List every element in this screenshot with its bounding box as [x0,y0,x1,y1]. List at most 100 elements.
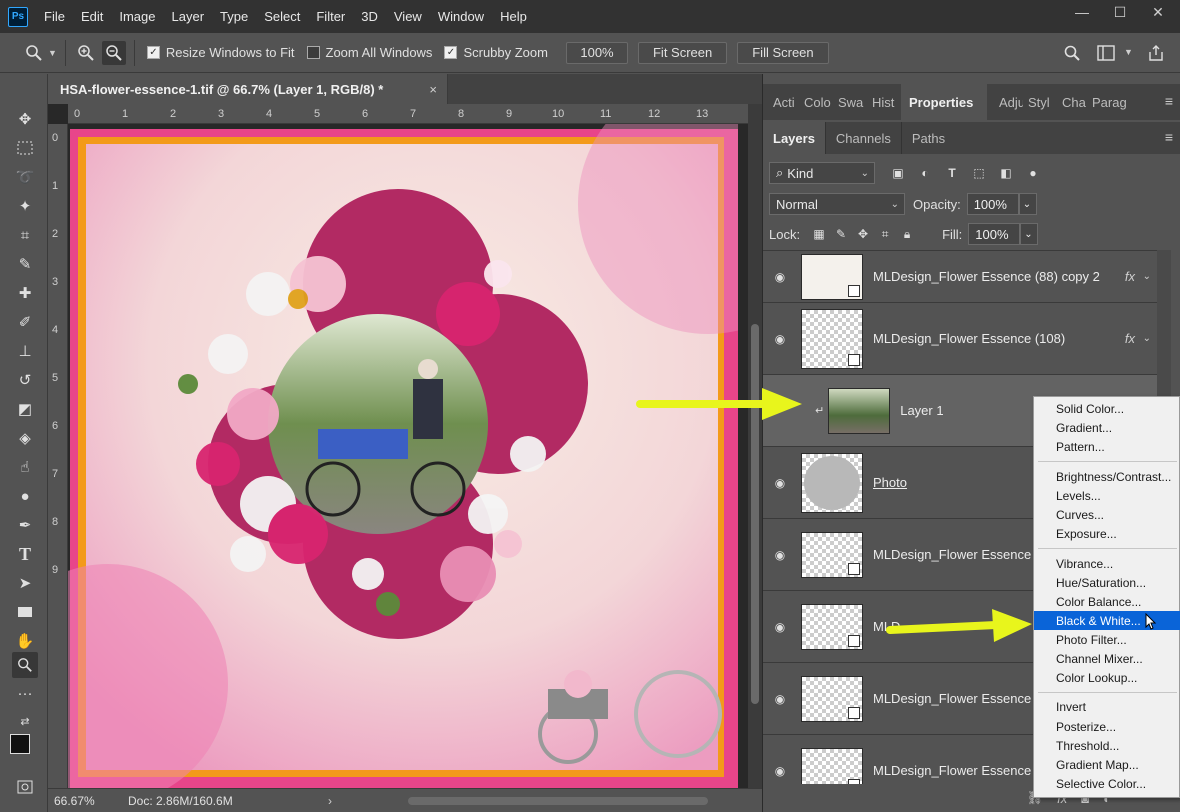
tab-paths[interactable]: Paths [900,122,955,154]
share-icon[interactable] [1144,41,1168,65]
type-filter-icon[interactable]: T [941,162,963,184]
paint-bucket-tool-icon[interactable]: ◈ [12,425,38,451]
fill-slider-toggle[interactable]: ⌄ [1020,223,1039,245]
rectangle-tool-icon[interactable] [12,599,38,625]
tab-actions[interactable]: Acti [763,84,799,120]
close-button[interactable]: ✕ [1150,4,1166,20]
clone-stamp-tool-icon[interactable]: ⊥ [12,338,38,364]
tab-character[interactable]: Cha [1057,84,1087,120]
menu-item-hue-saturation[interactable]: Hue/Saturation... [1034,573,1180,592]
layer-name[interactable]: MLDesign_Flower Essence (88) copy 2 [873,269,1100,284]
menu-item-curves[interactable]: Curves... [1034,505,1180,524]
chevron-down-icon[interactable]: ▼ [48,48,57,58]
canvas-area[interactable]: 0 1 2 3 4 5 6 7 8 9 10 11 12 13 0 1 2 3 … [48,104,762,788]
pen-tool-icon[interactable]: ✒ [12,512,38,538]
menu-item-photo-filter[interactable]: Photo Filter... [1034,630,1180,649]
menu-3d[interactable]: 3D [361,9,378,24]
menu-item-color-lookup[interactable]: Color Lookup... [1034,668,1180,687]
menu-item-black-white[interactable]: Black & White... [1034,611,1180,630]
opacity-input[interactable]: 100% [966,193,1019,215]
menu-item-threshold[interactable]: Threshold... [1034,736,1180,755]
tab-history[interactable]: Hist [867,84,901,120]
tab-properties[interactable]: Properties [901,84,987,120]
dodge-tool-icon[interactable]: ● [12,483,38,509]
layer-name[interactable]: MLDesign_Flower Essence ( [873,763,1039,778]
eye-icon[interactable]: ◉ [763,332,797,346]
chevron-down-icon[interactable]: ▼ [1124,47,1133,57]
workspace-icon[interactable] [1094,41,1118,65]
fill-screen-button[interactable]: Fill Screen [737,41,829,64]
menu-edit[interactable]: Edit [81,9,103,24]
layer-row[interactable]: ◉ MLDesign_Flower Essence (88) copy 2 fx… [763,251,1157,303]
menu-image[interactable]: Image [119,9,155,24]
menu-item-pattern[interactable]: Pattern... [1034,437,1180,456]
tab-adjustments[interactable]: Adju [987,84,1023,120]
adjustment-filter-icon[interactable]: ◐ [914,162,936,184]
zoom-in-icon[interactable] [74,41,98,65]
quick-mask-icon[interactable] [12,774,38,800]
marquee-tool-icon[interactable] [12,135,38,161]
menu-item-exposure[interactable]: Exposure... [1034,524,1180,543]
scrollbar-thumb[interactable] [751,324,759,704]
tab-paragraph[interactable]: Parag [1087,84,1131,120]
healing-brush-tool-icon[interactable]: ✚ [12,280,38,306]
foreground-color-swatch[interactable] [10,734,30,754]
blend-mode-select[interactable]: Normal ⌄ [769,193,905,215]
zoom-tool-icon[interactable] [12,652,38,678]
minimize-button[interactable]: — [1074,4,1090,20]
eraser-tool-icon[interactable]: ◩ [12,396,38,422]
panel-menu-icon[interactable]: ≡ [1165,93,1173,109]
eye-icon[interactable]: ◉ [763,270,797,284]
chevron-down-icon[interactable]: ⌄ [1143,333,1151,344]
scrubby-zoom-checkbox[interactable]: ✓ Scrubby Zoom [444,45,548,60]
menu-item-gradient-map[interactable]: Gradient Map... [1034,755,1180,774]
smudge-tool-icon[interactable]: ☝ [12,454,38,480]
menu-window[interactable]: Window [438,9,484,24]
zoom-level[interactable]: 66.67% [48,794,128,808]
search-icon[interactable] [1060,41,1084,65]
menu-item-posterize[interactable]: Posterize... [1034,717,1180,736]
fx-icon[interactable]: fx [1125,269,1135,284]
document-tab[interactable]: HSA-flower-essence-1.tif @ 66.7% (Layer … [48,74,448,104]
swap-colors-icon[interactable]: ⇄ [12,708,38,734]
filter-toggle-icon[interactable]: ● [1022,162,1044,184]
layer-name[interactable]: MLDesign_Flower Essence (108) [873,331,1065,346]
tab-layers[interactable]: Layers [763,122,825,154]
layer-filter-kind[interactable]: ⌕ Kind ⌄ [769,162,875,184]
ruler-vertical[interactable]: 0 1 2 3 4 5 6 7 8 9 [48,124,68,788]
resize-windows-checkbox[interactable]: ✓ Resize Windows to Fit [146,45,295,60]
zoom-all-windows-checkbox[interactable]: Zoom All Windows [306,45,432,60]
canvas-horizontal-scrollbar[interactable] [408,797,708,805]
ruler-horizontal[interactable]: 0 1 2 3 4 5 6 7 8 9 10 11 12 13 [68,104,762,124]
tab-channels[interactable]: Channels [824,122,901,154]
menu-item-vibrance[interactable]: Vibrance... [1034,554,1180,573]
history-brush-tool-icon[interactable]: ↺ [12,367,38,393]
scrapbook-artwork[interactable] [68,124,738,788]
menu-item-brightness-contrast[interactable]: Brightness/Contrast... [1034,467,1180,486]
eye-icon[interactable]: ◉ [763,620,797,634]
lock-transparent-icon[interactable]: ▦ [808,227,830,241]
eye-icon[interactable]: ◉ [763,692,797,706]
smart-object-filter-icon[interactable]: ◧ [995,162,1017,184]
magic-wand-tool-icon[interactable]: ✦ [12,193,38,219]
eye-icon[interactable]: ◉ [763,476,797,490]
menu-select[interactable]: Select [264,9,300,24]
pixel-filter-icon[interactable]: ▣ [887,162,909,184]
menu-item-color-balance[interactable]: Color Balance... [1034,592,1180,611]
eye-icon[interactable]: ◉ [763,548,797,562]
zoom-100-button[interactable]: 100% [565,41,628,64]
menu-item-solid-color[interactable]: Solid Color... [1034,399,1180,418]
eye-icon[interactable]: ◉ [763,764,797,778]
tab-swatches[interactable]: Swa [833,84,867,120]
layer-name[interactable]: MLDesign_Flower Essence ( [873,547,1039,562]
tab-color[interactable]: Colo [799,84,833,120]
chevron-down-icon[interactable]: ⌄ [1143,271,1151,282]
menu-type[interactable]: Type [220,9,248,24]
menu-item-invert[interactable]: Invert [1034,697,1180,716]
menu-filter[interactable]: Filter [316,9,345,24]
type-tool-icon[interactable]: T [12,541,38,567]
menu-file[interactable]: File [44,9,65,24]
layer-name[interactable]: MLDesign_Flower Essence ( [873,691,1039,706]
path-selection-tool-icon[interactable]: ➤ [12,570,38,596]
menu-item-channel-mixer[interactable]: Channel Mixer... [1034,649,1180,668]
